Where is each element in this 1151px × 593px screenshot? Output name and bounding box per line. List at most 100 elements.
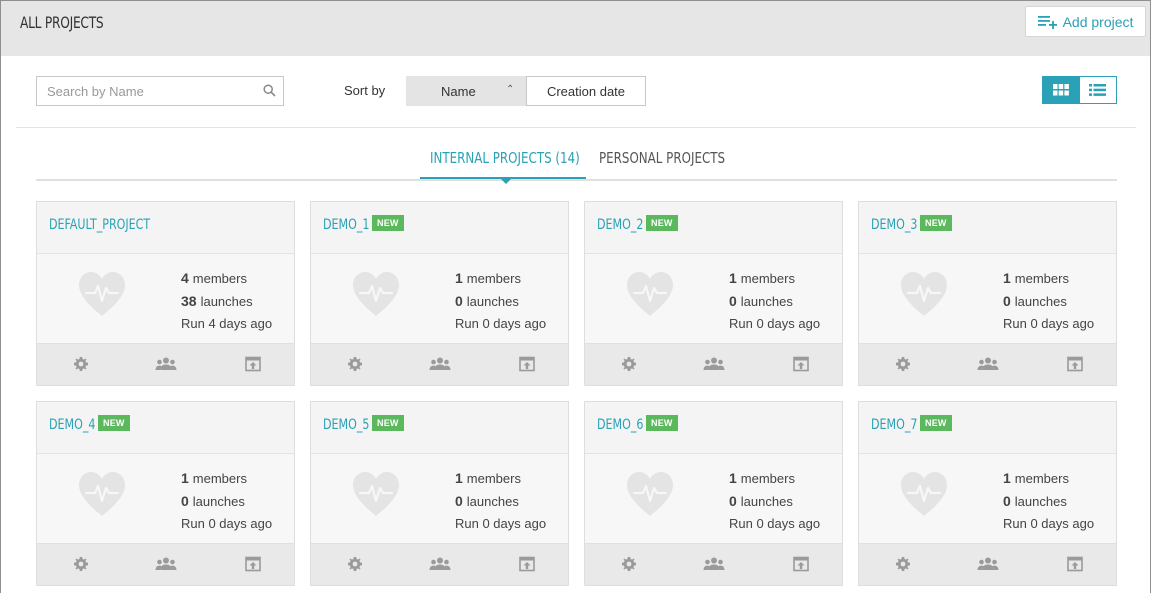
project-card-body: 4 members 38 launches Run 4 days ago (37, 255, 294, 343)
launches-label: launches (1014, 294, 1067, 309)
project-card-actions (37, 543, 294, 585)
sort-by-date-button[interactable]: Creation date (526, 76, 646, 106)
members-label: members (466, 271, 521, 286)
project-card-body: 1 members 0 launches Run 0 days ago (585, 455, 842, 543)
users-icon[interactable] (977, 556, 999, 572)
members-count: 1 (729, 270, 737, 286)
heart-pulse-icon (79, 472, 125, 516)
members-count: 4 (181, 270, 189, 286)
members-count: 1 (1003, 270, 1011, 286)
users-icon[interactable] (977, 356, 999, 372)
project-card-header: DEMO_1 NEW (311, 202, 568, 254)
project-stats: 4 members 38 launches Run 4 days ago (181, 268, 272, 337)
heart-pulse-icon (901, 472, 947, 516)
project-name-link[interactable]: DEMO_7 (871, 417, 917, 433)
project-card: DEMO_5 NEW 1 members 0 launches Run 0 days… (310, 401, 569, 586)
launches-label: launches (1014, 494, 1067, 509)
export-icon[interactable] (518, 556, 536, 572)
users-icon[interactable] (703, 356, 725, 372)
search-input[interactable] (37, 77, 247, 105)
export-icon[interactable] (792, 356, 810, 372)
users-icon[interactable] (155, 556, 177, 572)
sort-date-label: Creation date (546, 83, 626, 99)
list-view-button[interactable] (1080, 77, 1117, 103)
grid-view-icon (1053, 84, 1070, 96)
launches-count: 0 (1003, 293, 1011, 309)
list-view-icon (1089, 84, 1107, 96)
project-card-actions (311, 543, 568, 585)
export-icon[interactable] (792, 556, 810, 572)
heart-pulse-icon (627, 472, 673, 516)
gear-icon[interactable] (72, 356, 90, 372)
toolbar-divider (16, 127, 1136, 128)
members-count: 1 (181, 470, 189, 486)
add-project-button[interactable]: Add project (1025, 6, 1146, 37)
project-card-actions (859, 343, 1116, 385)
project-name-link[interactable]: DEMO_3 (871, 217, 917, 233)
members-count: 1 (455, 270, 463, 286)
page-title: ALL PROJECTS (20, 13, 104, 32)
project-name-link[interactable]: DEMO_5 (323, 417, 369, 433)
project-name-link[interactable]: DEMO_2 (597, 217, 643, 233)
project-card-header: DEMO_2 NEW (585, 202, 842, 254)
users-icon[interactable] (429, 356, 451, 372)
launches-count: 0 (729, 493, 737, 509)
project-card-header: DEMO_5 NEW (311, 402, 568, 454)
project-stats: 1 members 0 launches Run 0 days ago (1003, 468, 1094, 537)
heart-pulse-icon (353, 272, 399, 316)
users-icon[interactable] (429, 556, 451, 572)
gear-icon[interactable] (346, 356, 364, 372)
sort-by-name-button[interactable]: Name ⌃ (406, 76, 526, 106)
new-badge: NEW (646, 415, 678, 431)
view-toggle (1042, 76, 1117, 104)
launches-count: 0 (455, 293, 463, 309)
gear-icon[interactable] (620, 556, 638, 572)
search-icon[interactable] (263, 84, 276, 97)
export-icon[interactable] (518, 356, 536, 372)
tab-personal-projects[interactable]: PERSONAL PROJECTS (599, 149, 725, 179)
members-count: 1 (455, 470, 463, 486)
project-card-header: DEMO_7 NEW (859, 402, 1116, 454)
heart-pulse-icon (353, 472, 399, 516)
project-card-body: 1 members 0 launches Run 0 days ago (585, 255, 842, 343)
project-card-body: 1 members 0 launches Run 0 days ago (37, 455, 294, 543)
launches-count: 0 (455, 493, 463, 509)
export-icon[interactable] (244, 556, 262, 572)
export-icon[interactable] (1066, 556, 1084, 572)
launches-label: launches (740, 494, 793, 509)
project-card: DEMO_3 NEW 1 members 0 launches Run 0 days… (858, 201, 1117, 386)
members-label: members (740, 271, 795, 286)
grid-view-button[interactable] (1043, 77, 1080, 103)
sort-by-label: Sort by (344, 83, 386, 98)
last-run-text: Run 0 days ago (455, 316, 547, 331)
users-icon[interactable] (155, 356, 177, 372)
tab-internal-projects[interactable]: INTERNAL PROJECTS (14) (430, 149, 580, 179)
project-card-actions (311, 343, 568, 385)
project-tabs: INTERNAL PROJECTS (14) PERSONAL PROJECTS (36, 139, 1117, 184)
project-name-link[interactable]: DEMO_4 (49, 417, 95, 433)
project-card-header: DEMO_6 NEW (585, 402, 842, 454)
export-icon[interactable] (244, 356, 262, 372)
export-icon[interactable] (1066, 356, 1084, 372)
project-stats: 1 members 0 launches Run 0 days ago (729, 268, 820, 337)
gear-icon[interactable] (346, 556, 364, 572)
project-card-body: 1 members 0 launches Run 0 days ago (311, 255, 568, 343)
launches-count: 38 (181, 293, 197, 309)
new-badge: NEW (920, 215, 952, 231)
last-run-text: Run 0 days ago (1003, 316, 1095, 331)
project-name-link[interactable]: DEMO_1 (323, 217, 369, 233)
gear-icon[interactable] (894, 356, 912, 372)
project-stats: 1 members 0 launches Run 0 days ago (455, 268, 546, 337)
project-card-header: DEMO_3 NEW (859, 202, 1116, 254)
last-run-text: Run 0 days ago (729, 316, 821, 331)
launches-label: launches (192, 494, 245, 509)
users-icon[interactable] (703, 556, 725, 572)
gear-icon[interactable] (894, 556, 912, 572)
gear-icon[interactable] (620, 356, 638, 372)
gear-icon[interactable] (72, 556, 90, 572)
project-name-link[interactable]: DEMO_6 (597, 417, 643, 433)
project-stats: 1 members 0 launches Run 0 days ago (1003, 268, 1094, 337)
project-name-link[interactable]: DEFAULT_PROJECT (49, 217, 150, 233)
members-label: members (1014, 471, 1069, 486)
heart-pulse-icon (627, 272, 673, 316)
